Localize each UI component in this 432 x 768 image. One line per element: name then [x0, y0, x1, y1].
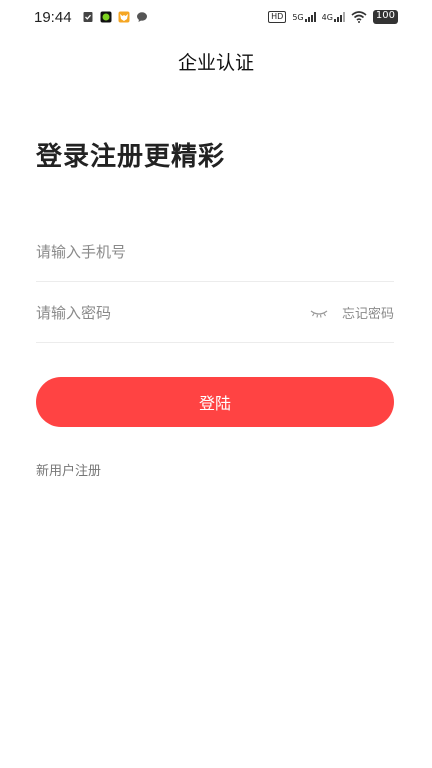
status-bar: 19:44 HD 5G 4G 100: [0, 0, 432, 34]
login-button[interactable]: 登陆: [36, 377, 394, 427]
signal-5g-label: 5G: [292, 13, 304, 22]
signal-4g-label: 4G: [321, 13, 333, 22]
signal-4g: 4G: [322, 12, 345, 22]
wifi-icon: [351, 11, 367, 23]
forgot-password-link[interactable]: 忘记密码: [342, 303, 394, 322]
status-time: 19:44: [34, 8, 72, 26]
headline: 登录注册更精彩: [36, 142, 226, 172]
status-left: 19:44: [34, 9, 148, 26]
battery-indicator: 100: [372, 10, 398, 24]
green-app-icon: [100, 11, 112, 23]
phone-input[interactable]: [36, 222, 394, 281]
eye-closed-icon[interactable]: [310, 307, 328, 319]
password-input[interactable]: [36, 283, 310, 342]
signal-bars-icon: [304, 12, 316, 22]
phone-field-row: [36, 222, 394, 282]
chat-bubble-icon: [136, 12, 147, 22]
signal-bars-icon: [333, 12, 345, 22]
fox-app-icon: [118, 11, 130, 23]
shield-check-icon: [83, 12, 93, 22]
register-link[interactable]: 新用户注册: [36, 460, 101, 479]
password-field-row: 忘记密码: [36, 283, 394, 343]
hd-badge: HD: [268, 11, 287, 23]
signal-5g: 5G: [292, 12, 316, 22]
page-title: 企业认证: [177, 52, 254, 74]
status-right: HD 5G 4G 100: [268, 10, 398, 24]
